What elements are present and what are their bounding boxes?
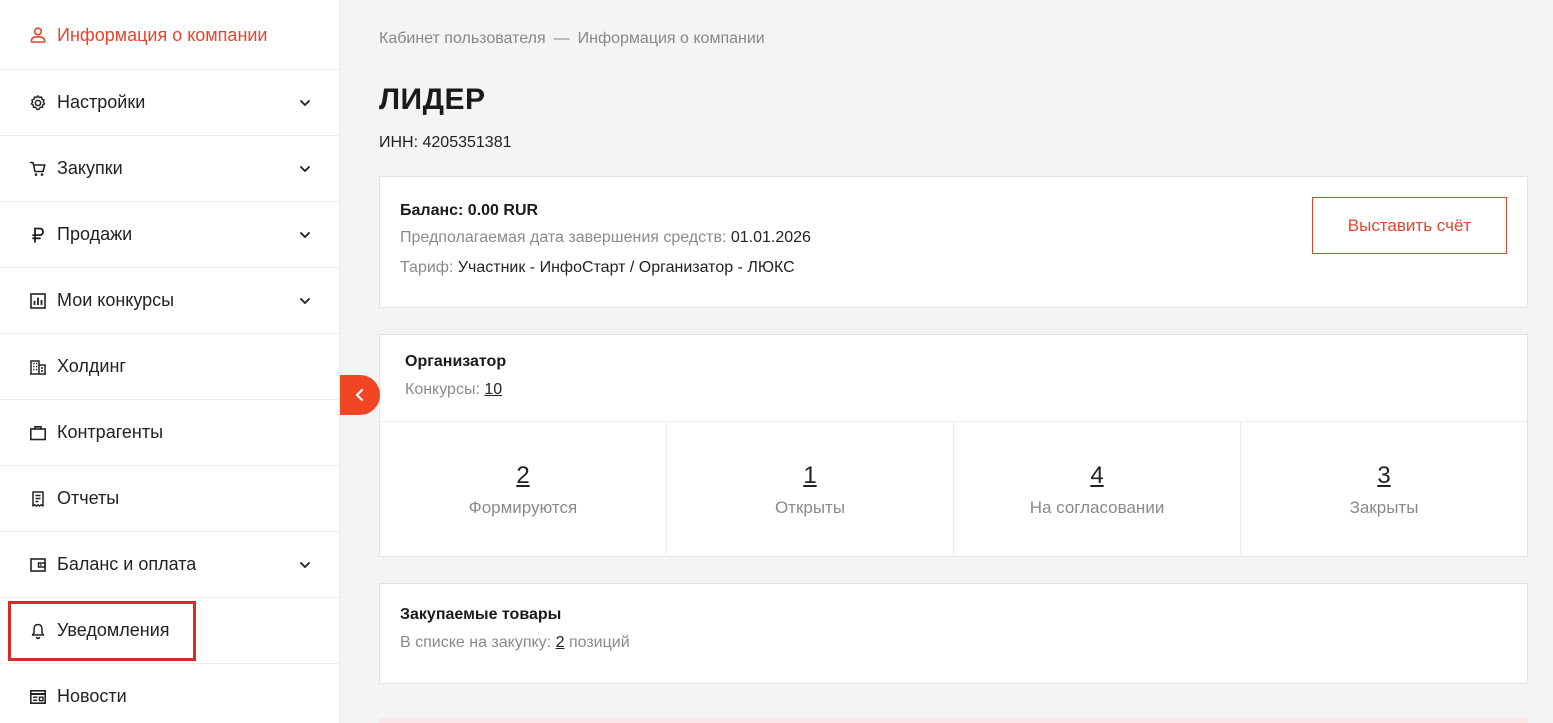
sidebar-item-balance[interactable]: Баланс и оплата [0, 532, 339, 598]
app-root: Информация о компании Настройки Закупки Про… [0, 0, 1553, 723]
breadcrumb: Кабинет пользователя — Информация о компан… [379, 30, 1528, 52]
stat-count-link[interactable]: 2 [516, 462, 529, 490]
stat-label: Закрыты [1349, 497, 1419, 517]
tariff-row: Тариф: Участник - ИнфоСтарт / Организато… [400, 253, 1507, 283]
briefcase-icon [28, 423, 48, 443]
stat-label: Открыты [774, 497, 846, 517]
organizer-header: Организатор Конкурсы: 10 [380, 335, 1527, 421]
chevron-down-icon[interactable] [297, 161, 313, 177]
bar-chart-icon [28, 291, 48, 311]
breadcrumb-current: Информация о компании [577, 30, 765, 47]
breadcrumb-root[interactable]: Кабинет пользователя [379, 30, 546, 47]
sidebar-item-label: Мои конкурсы [57, 290, 175, 310]
sidebar-item-purchases[interactable]: Закупки [0, 136, 339, 202]
goods-title: Закупаемые товары [400, 606, 562, 623]
sidebar-item-sales[interactable]: Продажи [0, 202, 339, 268]
goods-list-info: В списке на закупку: 2 позиций [400, 634, 1507, 652]
chevron-down-icon[interactable] [297, 95, 313, 111]
sidebar-item-label: Уведомления [57, 620, 170, 640]
sidebar-item-reports[interactable]: Отчеты [0, 466, 339, 532]
next-card-edge [379, 718, 1528, 723]
sidebar-item-counterparties[interactable]: Контрагенты [0, 400, 339, 466]
goods-list-unit: позиций [568, 634, 630, 651]
issue-invoice-button[interactable]: Выставить счёт [1312, 197, 1507, 254]
chevron-down-icon[interactable] [297, 293, 313, 309]
sidebar-item-label: Отчеты [57, 488, 120, 508]
sidebar-item-label: Контрагенты [57, 422, 164, 442]
stat-label: На согласовании [1029, 497, 1165, 517]
building-icon [28, 357, 48, 377]
sidebar-item-my-tenders[interactable]: Мои конкурсы [0, 268, 339, 334]
tenders-label: Конкурсы: [405, 381, 480, 398]
page-title: ЛИДЕР [379, 83, 486, 116]
gear-icon [28, 93, 48, 113]
sidebar-item-label: Новости [57, 686, 127, 706]
stat-closed: 3 Закрыты [1241, 422, 1527, 557]
collapse-sidebar-button[interactable] [340, 375, 380, 415]
sidebar-item-label: Информация о компании [57, 25, 268, 45]
chevron-down-icon[interactable] [297, 557, 313, 573]
sidebar-item-label: Холдинг [57, 356, 126, 376]
ruble-icon [28, 225, 48, 245]
tariff-value: Участник - ИнфоСтарт / Организатор - ЛЮК… [457, 259, 795, 276]
organizer-stats: 2 Формируются 1 Открыты 4 На согласовании 3 Зак… [380, 421, 1527, 557]
stat-label: Формируются [468, 497, 578, 517]
sidebar-item-label: Баланс и оплата [57, 554, 197, 574]
receipt-icon [28, 489, 48, 509]
sidebar-item-label: Закупки [57, 158, 123, 178]
goods-card: Закупаемые товары В списке на закупку: 2… [379, 583, 1528, 684]
tariff-label: Тариф: [400, 259, 454, 276]
goods-list-label: В списке на закупку: [400, 634, 552, 651]
chevron-left-icon [355, 388, 364, 402]
tenders-count-link[interactable]: 10 [484, 381, 502, 398]
stat-forming: 2 Формируются [380, 422, 667, 557]
organizer-card: Организатор Конкурсы: 10 2 Формируются 1 От… [379, 334, 1528, 557]
bell-icon [28, 621, 48, 641]
organizer-tenders: Конкурсы: 10 [405, 381, 1502, 399]
balance-card: Баланс: 0.00 RUR Предполагаемая дата зав… [379, 176, 1528, 308]
organizer-title: Организатор [405, 353, 507, 370]
stat-count-link[interactable]: 3 [1377, 462, 1390, 490]
sidebar: Информация о компании Настройки Закупки Про… [0, 0, 340, 723]
sidebar-item-news[interactable]: Новости [0, 664, 339, 723]
stat-open: 1 Открыты [667, 422, 954, 557]
sidebar-item-label: Продажи [57, 224, 133, 244]
main-content: Кабинет пользователя — Информация о компан… [340, 0, 1553, 723]
goods-count-link[interactable]: 2 [556, 634, 565, 651]
sidebar-item-company-info[interactable]: Информация о компании [0, 0, 339, 70]
sidebar-item-label: Настройки [57, 92, 146, 112]
sidebar-item-holding[interactable]: Холдинг [0, 334, 339, 400]
end-date-label: Предполагаемая дата завершения средств: [400, 229, 727, 246]
stat-count-link[interactable]: 4 [1090, 462, 1103, 490]
user-icon [28, 25, 48, 45]
chevron-down-icon[interactable] [297, 227, 313, 243]
breadcrumb-separator: — [553, 30, 570, 47]
news-icon [28, 687, 48, 707]
stat-count-link[interactable]: 1 [803, 462, 816, 490]
sidebar-item-notifications[interactable]: Уведомления [0, 598, 339, 664]
sidebar-item-settings[interactable]: Настройки [0, 70, 339, 136]
wallet-icon [28, 555, 48, 575]
end-date-value: 01.01.2026 [730, 229, 811, 246]
stat-approval: 4 На согласовании [954, 422, 1241, 557]
cart-icon [28, 159, 48, 179]
company-inn: ИНН: 4205351381 [379, 134, 512, 151]
